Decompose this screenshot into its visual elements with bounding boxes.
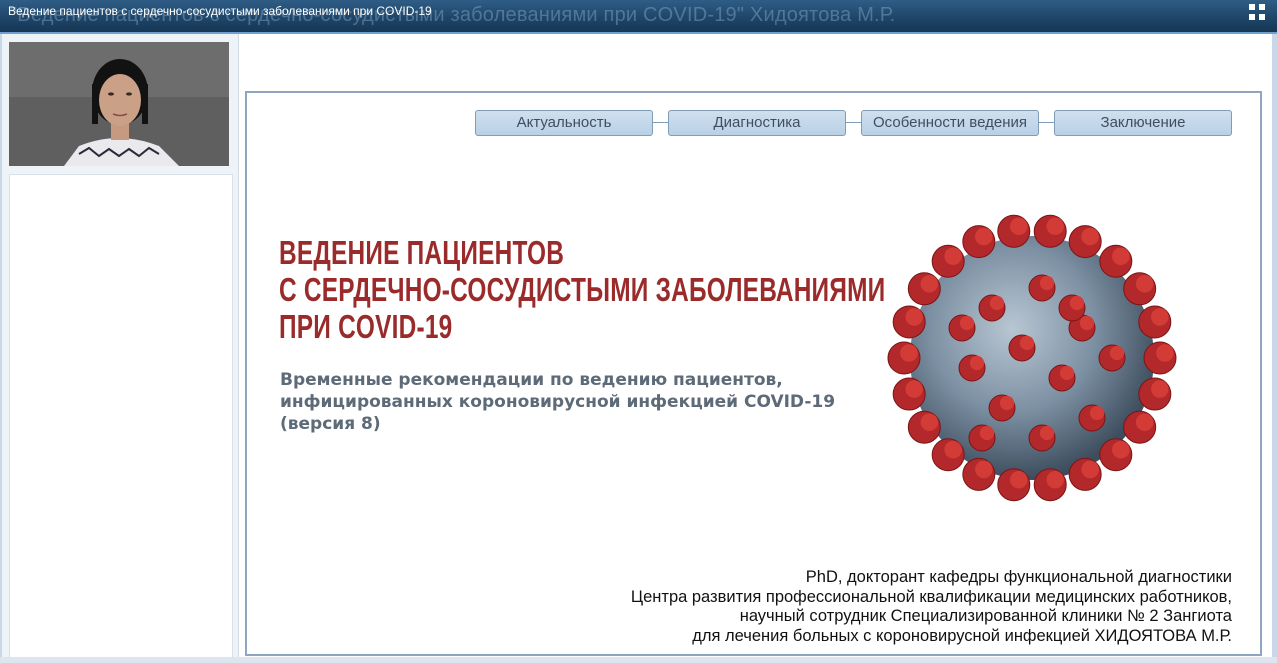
subtitle-line: инфицированных короновирусной инфекцией …	[280, 392, 836, 412]
virus-spike-highlight	[975, 227, 993, 246]
author-line: научный сотрудник Специализированной кли…	[739, 607, 1232, 625]
virus-spike-highlight	[1135, 274, 1154, 293]
virus-spike-highlight	[905, 308, 923, 326]
virus-spike-highlight	[1079, 315, 1095, 331]
virus-spike-highlight	[1112, 440, 1130, 459]
virus-spike-highlight	[1069, 295, 1085, 311]
slide-canvas: Актуальность Диагностика Особенности вед…	[245, 91, 1262, 656]
virus-spike-highlight	[1039, 275, 1055, 291]
virus-spike-highlight	[1059, 365, 1075, 381]
virus-spike-highlight	[979, 425, 995, 441]
author-line: Центра развития профессиональной квалифи…	[630, 587, 1232, 606]
author-line: PhD, докторант кафедры функциональной ди…	[805, 568, 1232, 586]
virus-spike-highlight	[1151, 308, 1169, 326]
virus-spike-highlight	[1156, 344, 1174, 362]
chat-panel[interactable]	[9, 174, 233, 663]
virus-spike-highlight	[1109, 345, 1125, 361]
tab-connector	[845, 122, 861, 123]
virus-spike-highlight	[900, 344, 918, 362]
coronavirus-illustration	[887, 214, 1177, 502]
virus-spike-highlight	[920, 274, 939, 293]
stage-header-area	[240, 34, 1272, 90]
virus-spike-highlight	[944, 247, 962, 266]
virus-spike-highlight	[1046, 470, 1065, 489]
window-titlebar: "Ведение пациентов с сердечно-сосудистым…	[0, 0, 1277, 34]
presenter-webcam[interactable]	[9, 42, 229, 166]
virus-spike-highlight	[944, 440, 962, 459]
virus-spike-highlight	[1009, 217, 1028, 236]
tab-aktualnost[interactable]: Актуальность	[475, 110, 653, 136]
virus-spike-highlight	[1081, 227, 1099, 246]
tab-zaklyuchenie[interactable]: Заключение	[1054, 110, 1232, 136]
virus-spike-highlight	[1089, 405, 1105, 421]
slide-heading: ВЕДЕНИЕ ПАЦИЕНТОВ С СЕРДЕЧНО-СОСУДИСТЫМИ…	[279, 234, 886, 345]
heading-line: ВЕДЕНИЕ ПАЦИЕНТОВ	[279, 234, 565, 271]
slide-nav-tabs: Актуальность Диагностика Особенности вед…	[475, 110, 1233, 136]
virus-spike-highlight	[1151, 380, 1169, 398]
author-line: для лечения больных с короновирусной инф…	[692, 626, 1232, 645]
virus-spike-highlight	[989, 295, 1005, 311]
virus-spike-highlight	[1112, 247, 1130, 266]
presenter-video-frame	[9, 42, 229, 166]
tab-diagnostika[interactable]: Диагностика	[668, 110, 846, 136]
virus-spike-highlight	[975, 460, 993, 479]
virus-spike-highlight	[959, 315, 975, 331]
author-block: PhD, докторант кафедры функциональной ди…	[552, 568, 1232, 646]
virus-spike-highlight	[969, 355, 985, 371]
virus-spike-highlight	[1039, 425, 1055, 441]
tab-connector	[1038, 122, 1054, 123]
heading-line: С СЕРДЕЧНО-СОСУДИСТЫМИ ЗАБОЛЕВАНИЯМИ	[279, 271, 886, 308]
virus-spike-highlight	[920, 413, 939, 432]
tab-connector	[652, 122, 668, 123]
virus-spike-highlight	[1135, 413, 1154, 432]
heading-line: ПРИ COVID-19	[279, 308, 453, 345]
fullscreen-toggle-icon[interactable]	[1249, 4, 1267, 22]
virus-spike-highlight	[999, 395, 1015, 411]
virus-spike-highlight	[1019, 335, 1035, 351]
subtitle-line: (версия 8)	[280, 414, 381, 434]
virus-spike-highlight	[1046, 217, 1065, 236]
tab-osobennosti-vedeniya[interactable]: Особенности ведения	[861, 110, 1039, 136]
window-title: Ведение пациентов с сердечно-сосудистыми…	[8, 4, 432, 18]
virus-spike-highlight	[905, 380, 923, 398]
horizontal-scrollbar[interactable]	[0, 657, 1277, 663]
slide-subtitle: Временные рекомендации по ведению пациен…	[280, 369, 860, 435]
virus-spike-highlight	[1009, 470, 1028, 489]
virus-spike-highlight	[1081, 460, 1099, 479]
left-sidebar	[2, 34, 239, 663]
subtitle-line: Временные рекомендации по ведению пациен…	[280, 370, 783, 390]
